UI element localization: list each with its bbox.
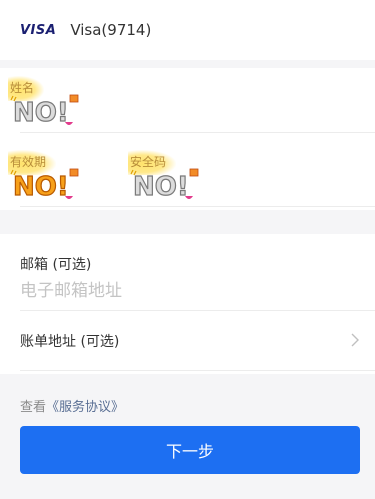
email-label: 邮箱 (可选) <box>20 257 92 273</box>
billing-address-row[interactable]: 账单地址 (可选) <box>0 311 375 369</box>
next-button[interactable]: 下一步 <box>20 426 360 474</box>
sticker-text: NO! <box>13 172 69 202</box>
sticker-text: NO! <box>133 172 189 202</box>
billing-address-label: 账单地址 (可选) <box>20 334 120 350</box>
payment-form-page: VISA Visa(9714) 姓名 NO! 有效期 NO! 安全码 NO! 邮… <box>0 0 375 499</box>
expiry-field[interactable]: 有效期 NO! <box>8 150 98 206</box>
cvv-field[interactable]: 安全码 NO! <box>128 150 218 206</box>
no-sticker-icon: NO! <box>130 168 199 202</box>
name-field[interactable]: 姓名 NO! <box>8 76 98 132</box>
sticker-text: NO! <box>13 98 69 128</box>
email-input[interactable] <box>20 278 350 304</box>
card-label: Visa(9714) <box>70 21 152 39</box>
card-details-section: 姓名 NO! 有效期 NO! 安全码 NO! <box>0 68 375 210</box>
chevron-right-icon <box>351 333 359 347</box>
divider <box>20 370 375 371</box>
no-sticker-icon: NO! <box>10 168 79 202</box>
no-sticker-icon: NO! <box>10 94 79 128</box>
divider <box>20 206 375 207</box>
terms-notice: 查看《服务协议》 <box>20 396 124 415</box>
optional-info-section: 邮箱 (可选) 账单地址 (可选) <box>0 234 375 374</box>
terms-link[interactable]: 《服务协议》 <box>46 400 124 415</box>
terms-prefix: 查看 <box>20 400 47 415</box>
divider <box>20 132 375 133</box>
selected-card-row[interactable]: VISA Visa(9714) <box>0 0 375 60</box>
visa-logo: VISA <box>20 22 57 38</box>
